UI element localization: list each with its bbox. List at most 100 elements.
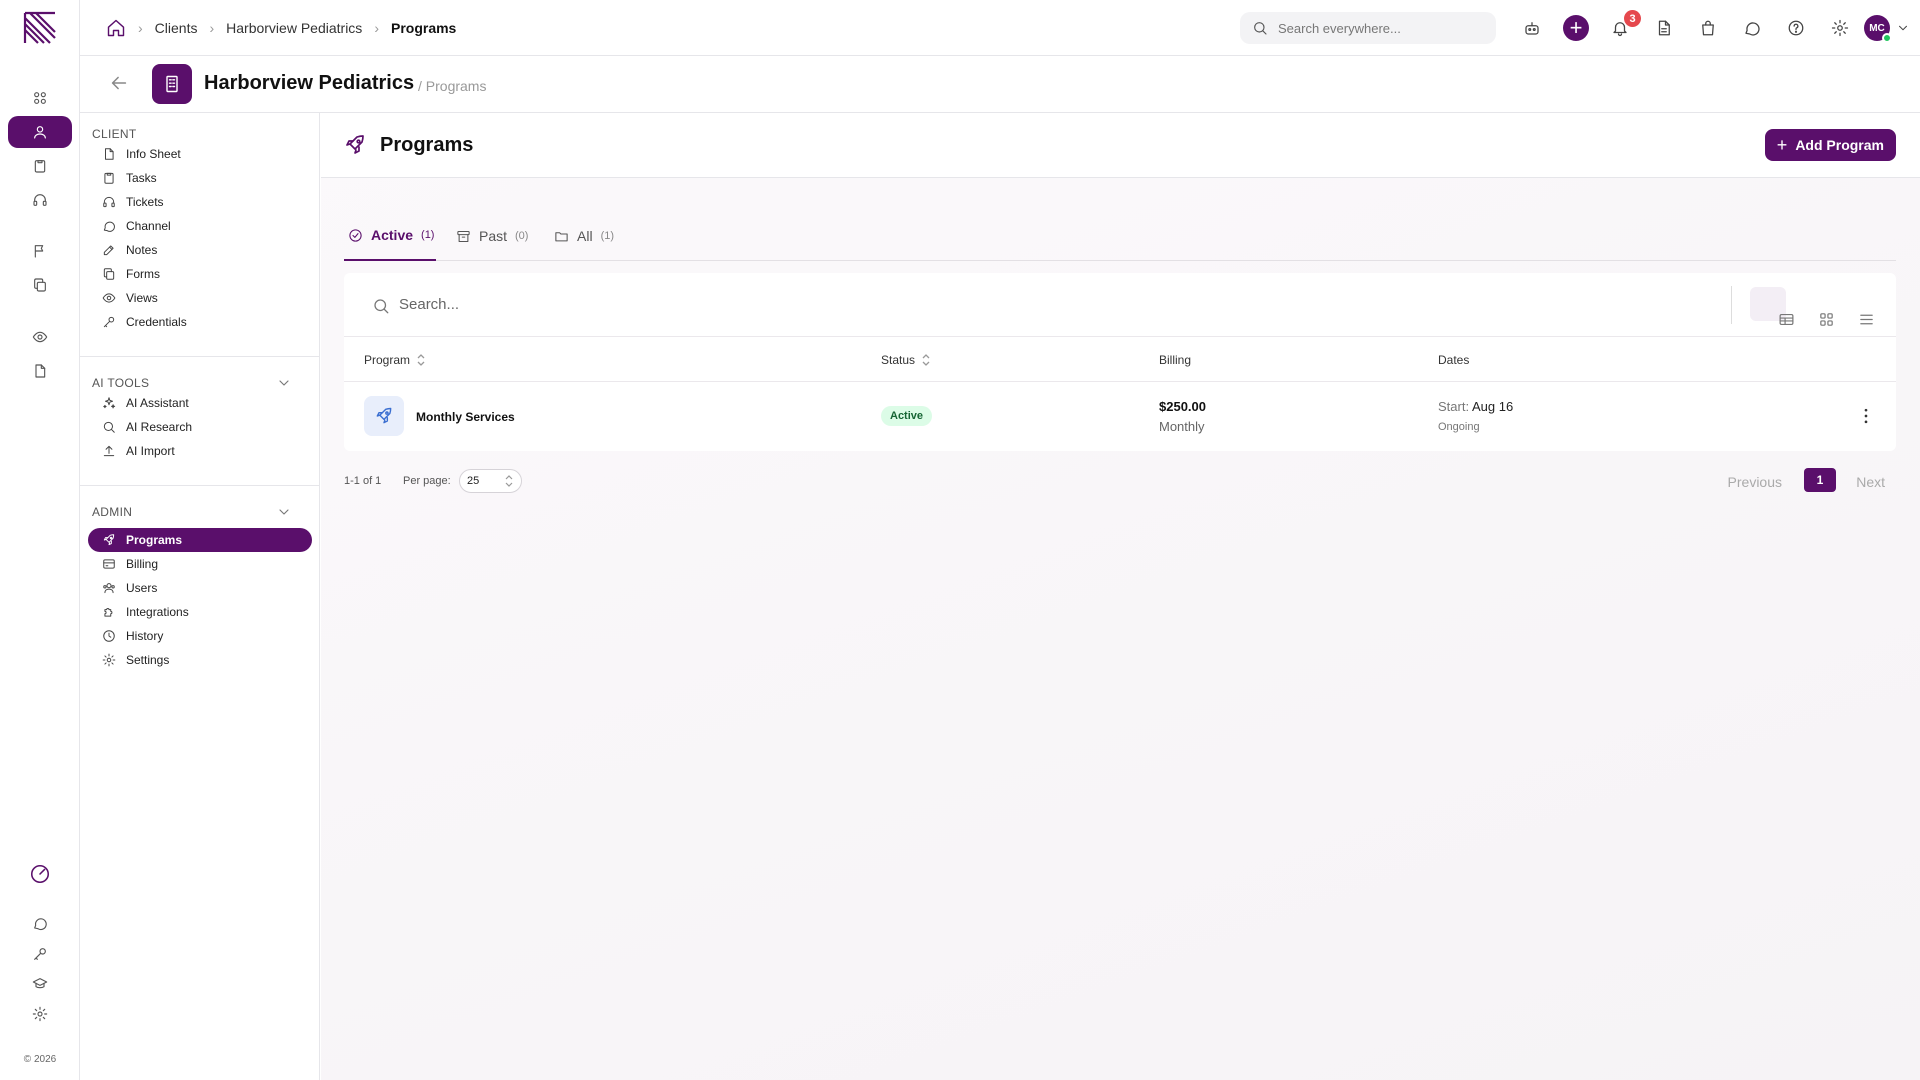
help-button[interactable] [1774,8,1818,48]
copyright: © 2026 [23,1054,57,1065]
column-status[interactable]: Status [881,353,931,367]
tab-active[interactable]: Active (1) [344,211,436,261]
sidebar-item-tickets[interactable]: Tickets [88,190,312,214]
start-label: Start: [1438,399,1470,414]
assistant-button[interactable] [1510,8,1554,48]
sidebar-item-label: Notes [126,243,158,257]
puzzle-icon [104,608,113,617]
page-section: / Programs [418,78,487,94]
sidebar-item-label: Integrations [126,605,189,619]
chevron-right-icon: › [209,20,215,36]
add-program-button[interactable]: + Add Program [1764,129,1896,161]
file-icon [35,364,46,378]
sidebar-item-users[interactable]: Users [88,576,312,600]
program-icon [364,396,404,436]
sidebar-item-programs[interactable]: Programs [88,528,312,552]
next-page-button[interactable]: Next [1856,474,1885,490]
chevron-down-icon[interactable] [276,504,292,520]
sidebar-item-info-sheet[interactable]: Info Sheet [88,142,312,166]
sidebar-item-billing[interactable]: Billing [88,552,312,576]
sidebar-item-ai-research[interactable]: AI Research [88,415,312,439]
avatar-initials: MC [1869,22,1885,34]
sidebar-item-label: Tickets [126,195,164,209]
main-content: Programs + Add Program Active (1) Past (… [321,113,1920,1080]
documents-button[interactable] [1642,8,1686,48]
section-heading-ai-tools: AI TOOLS [92,376,150,390]
app-logo[interactable] [22,10,58,46]
settings-button[interactable] [1818,8,1862,48]
chevron-down-icon [1899,25,1907,31]
notifications-button[interactable]: 3 [1598,8,1642,48]
sidebar-item-label: Settings [126,653,170,667]
user-icon [34,126,46,139]
chevron-down-icon[interactable] [276,375,292,391]
help-icon [1788,20,1804,36]
shop-button[interactable] [1686,8,1730,48]
divider [1731,286,1732,324]
toolbar-icons: + 3 MC [1510,0,1912,56]
sidebar-item-forms[interactable]: Forms [88,262,312,286]
upload-icon [103,445,115,457]
sidebar-item-views[interactable]: Views [88,286,312,310]
table-row[interactable]: Monthly Services Active $250.00 Monthly … [344,382,1896,450]
gear-icon [32,1006,48,1022]
user-menu[interactable]: MC [1862,8,1912,48]
rail-reports[interactable] [8,355,72,387]
per-page-select[interactable]: 25 [459,469,522,493]
chevron-right-icon: › [138,20,143,36]
sidebar-item-label: Tasks [126,171,157,185]
tab-all[interactable]: All (1) [554,211,614,261]
rail-learn[interactable] [8,968,72,1000]
breadcrumb-client[interactable]: Harborview Pediatrics [226,20,362,36]
column-billing: Billing [1159,353,1191,367]
rail-launch[interactable] [8,858,72,890]
programs-header: Programs + Add Program [321,113,1920,178]
rail-views[interactable] [8,321,72,353]
list-view-button[interactable] [1830,287,1873,325]
sidebar-item-settings[interactable]: Settings [88,648,312,672]
sidebar-item-integrations[interactable]: Integrations [88,600,312,624]
home-icon[interactable] [106,18,126,38]
rail-tasks[interactable] [8,150,72,182]
page-1-button[interactable]: 1 [1804,468,1836,492]
quick-add-button[interactable]: + [1554,8,1598,48]
table-view-button[interactable] [1750,287,1794,326]
chat-icon [103,221,115,232]
sidebar-item-history[interactable]: History [88,624,312,648]
previous-page-button[interactable]: Previous [1728,474,1782,490]
sidebar-item-ai-import[interactable]: AI Import [88,439,312,463]
rail-flags[interactable] [8,235,72,267]
rocket-icon [103,534,115,546]
page-header: Harborview Pediatrics / Programs [80,56,1920,113]
page-title: Programs [380,134,474,156]
breadcrumb-clients[interactable]: Clients [155,20,198,36]
rail-support[interactable] [8,184,72,216]
sidebar-item-tasks[interactable]: Tasks [88,166,312,190]
column-program[interactable]: Program [364,353,426,367]
table-search-input[interactable]: Search... [344,273,1896,337]
sidebar-item-channel[interactable]: Channel [88,214,312,238]
gear-icon [102,653,116,667]
rail-documents[interactable] [8,269,72,301]
rail-chat[interactable] [8,908,72,940]
program-name[interactable]: Monthly Services [416,410,515,424]
rail-keys[interactable] [8,938,72,970]
tab-past[interactable]: Past (0) [456,211,528,261]
sidebar-item-notes[interactable]: Notes [88,238,312,262]
rail-clients[interactable] [8,116,72,148]
end-date: Ongoing [1438,421,1480,433]
more-vertical-icon[interactable] [1856,406,1876,426]
sidebar-item-credentials[interactable]: Credentials [88,310,312,334]
gauge-icon [30,864,50,884]
rocket-icon [376,407,392,424]
file-icon [105,148,114,160]
grid-view-button[interactable] [1790,287,1833,326]
rail-dashboard[interactable] [8,82,72,114]
sidebar-item-ai-assistant[interactable]: AI Assistant [88,391,312,415]
rail-settings[interactable] [8,998,72,1030]
global-search-input[interactable]: Search everywhere... [1240,12,1496,44]
top-bar: › Clients › Harborview Pediatrics › Prog… [80,0,1920,56]
messages-button[interactable] [1730,8,1774,48]
back-arrow-icon[interactable] [108,72,130,94]
program-tabs: Active (1) Past (0) All (1) [344,211,1896,261]
